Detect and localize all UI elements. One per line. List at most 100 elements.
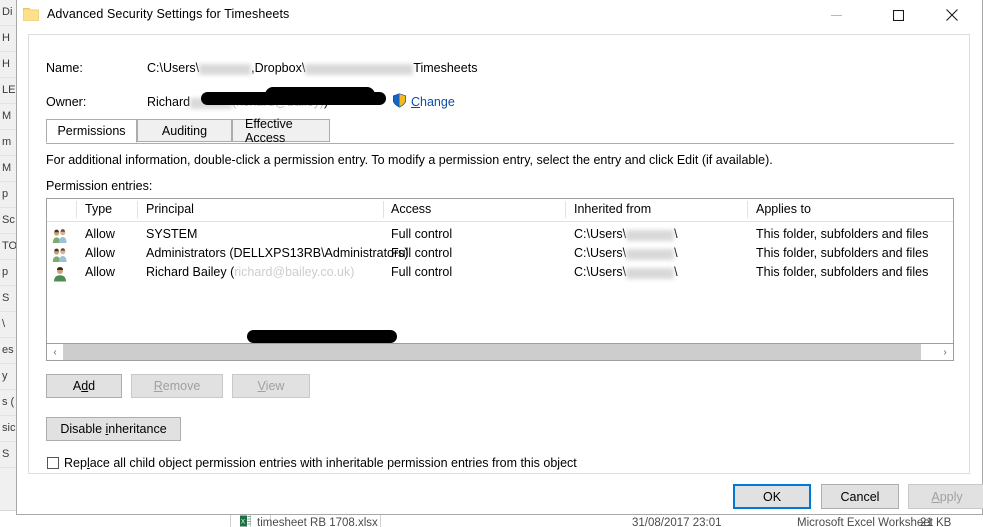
- background-text-fragment: s (: [0, 390, 16, 416]
- scrollbar-thumb[interactable]: [63, 344, 921, 360]
- cell-inherited-from: C:\Users\\: [574, 246, 678, 260]
- tab-effective-access[interactable]: Effective Access: [232, 119, 330, 142]
- change-link-rest: hange: [420, 95, 455, 109]
- user-icon: [52, 266, 68, 282]
- scroll-right-arrow[interactable]: ›: [937, 344, 953, 360]
- column-header-access[interactable]: Access: [391, 202, 431, 216]
- inherited-suffix: \: [674, 246, 677, 260]
- owner-name-prefix: Richard: [147, 95, 190, 109]
- ok-button-label: OK: [763, 490, 781, 504]
- background-text-fragment: y: [0, 364, 16, 390]
- column-header-inherited-from[interactable]: Inherited from: [574, 202, 651, 216]
- cell-principal: Administrators (DELLXPS13RB\Administrato…: [146, 246, 409, 260]
- cell-applies-to: This folder, subfolders and files: [756, 246, 928, 260]
- replace-child-permissions-label: Replace all child object permission entr…: [64, 456, 577, 470]
- remove-button[interactable]: Remove: [131, 374, 223, 398]
- maximize-icon: [893, 10, 904, 21]
- inherited-prefix: C:\Users\: [574, 265, 626, 279]
- window-title: Advanced Security Settings for Timesheet…: [47, 7, 289, 21]
- name-redaction-1: [199, 64, 251, 75]
- background-text-fragment: p: [0, 182, 16, 208]
- column-header-applies-to[interactable]: Applies to: [756, 202, 811, 216]
- background-text-fragment: S: [0, 442, 16, 468]
- background-text-fragment: Di: [0, 0, 16, 26]
- inherited-suffix: \: [674, 265, 677, 279]
- scroll-left-arrow[interactable]: ‹: [47, 344, 63, 360]
- background-text-fragment: LE: [0, 78, 16, 104]
- name-path-suffix: Timesheets: [413, 61, 477, 75]
- apply-button[interactable]: Apply: [908, 484, 983, 509]
- background-file-date: 31/08/2017 23:01: [632, 517, 722, 527]
- inherited-redaction: [626, 249, 674, 260]
- name-label: Name:: [46, 61, 83, 75]
- cell-principal: Richard Bailey (richard@bailey.co.uk): [146, 265, 354, 279]
- background-text-fragment: M: [0, 156, 16, 182]
- horizontal-scrollbar[interactable]: ‹ ›: [46, 344, 954, 361]
- inherited-prefix: C:\Users\: [574, 227, 626, 241]
- tabstrip: Permissions Auditing Effective Access: [46, 119, 954, 144]
- background-text-fragment: es: [0, 338, 16, 364]
- dialog-footer: OK Cancel Apply: [17, 476, 982, 514]
- table-row[interactable]: Allow SYSTEM Full control C:\Users\\ Thi…: [47, 226, 953, 245]
- cell-applies-to: This folder, subfolders and files: [756, 265, 928, 279]
- owner-redaction-black-2: [265, 87, 375, 103]
- cell-access: Full control: [391, 246, 452, 260]
- cell-applies-to: This folder, subfolders and files: [756, 227, 928, 241]
- svg-text:X: X: [241, 520, 245, 526]
- replace-child-permissions-checkbox[interactable]: [47, 457, 59, 469]
- ok-button[interactable]: OK: [733, 484, 811, 509]
- disable-inheritance-button[interactable]: Disable inheritance: [46, 417, 181, 441]
- cell-inherited-from: C:\Users\ \: [574, 265, 678, 279]
- cell-principal-text: Richard Bailey (: [146, 265, 234, 279]
- table-row[interactable]: Allow Richard Bailey (richard@bailey.co.…: [47, 264, 953, 283]
- background-text-fragment: TO: [0, 234, 16, 260]
- title-bar[interactable]: Advanced Security Settings for Timesheet…: [17, 0, 982, 32]
- cell-type: Allow: [85, 246, 115, 260]
- name-path-prefix: C:\Users\: [147, 61, 199, 75]
- remove-button-label: Remove: [154, 379, 201, 393]
- background-file-size: 21 KB: [920, 517, 951, 527]
- background-text-fragment: p: [0, 260, 16, 286]
- replace-child-permissions-row[interactable]: Replace all child object permission entr…: [47, 456, 577, 470]
- minimize-button[interactable]: [814, 0, 859, 30]
- folder-icon: [23, 7, 39, 21]
- inherited-redaction: [626, 268, 674, 279]
- background-file-type: Microsoft Excel Worksheet: [797, 517, 933, 527]
- minimize-icon: [831, 10, 842, 21]
- cell-type: Allow: [85, 227, 115, 241]
- disable-inheritance-label: Disable inheritance: [60, 422, 166, 436]
- tab-permissions[interactable]: Permissions: [46, 119, 137, 143]
- background-text-fragment: H: [0, 26, 16, 52]
- table-row[interactable]: Allow Administrators (DELLXPS13RB\Admini…: [47, 245, 953, 264]
- cancel-button[interactable]: Cancel: [821, 484, 899, 509]
- cell-access: Full control: [391, 265, 452, 279]
- add-button-label: Add: [73, 379, 95, 393]
- name-redaction-2: [305, 64, 413, 75]
- close-icon: [946, 9, 958, 21]
- tab-permissions-label: Permissions: [57, 124, 125, 138]
- view-button[interactable]: View: [232, 374, 310, 398]
- cell-type: Allow: [85, 265, 115, 279]
- background-file-name: timesheet RB 1708.xlsx: [257, 517, 378, 527]
- group-icon: [52, 247, 68, 263]
- close-button[interactable]: [929, 0, 974, 30]
- tab-effective-access-label: Effective Access: [245, 117, 317, 145]
- column-header-principal[interactable]: Principal: [146, 202, 194, 216]
- background-text-fragment: Sc: [0, 208, 16, 234]
- name-value: C:\Users\,Dropbox\Timesheets: [147, 61, 477, 75]
- add-button[interactable]: Add: [46, 374, 122, 398]
- column-header-type[interactable]: Type: [85, 202, 112, 216]
- permission-entries-list[interactable]: Type Principal Access Inherited from App…: [46, 198, 954, 344]
- inherited-suffix: \: [674, 227, 677, 241]
- change-owner-link[interactable]: Change: [411, 95, 455, 109]
- tab-auditing[interactable]: Auditing: [137, 119, 232, 142]
- background-window-left-edge: DiHHLEMmMpScTOpS\esys (sicS: [0, 0, 17, 527]
- background-text-fragment: \: [0, 312, 16, 338]
- scrollbar-track[interactable]: [63, 344, 937, 360]
- tab-auditing-label: Auditing: [162, 124, 207, 138]
- maximize-button[interactable]: [876, 0, 921, 30]
- background-text-fragment: S: [0, 286, 16, 312]
- apply-button-label: Apply: [931, 490, 962, 504]
- shield-icon: [392, 93, 407, 108]
- owner-label: Owner:: [46, 95, 86, 109]
